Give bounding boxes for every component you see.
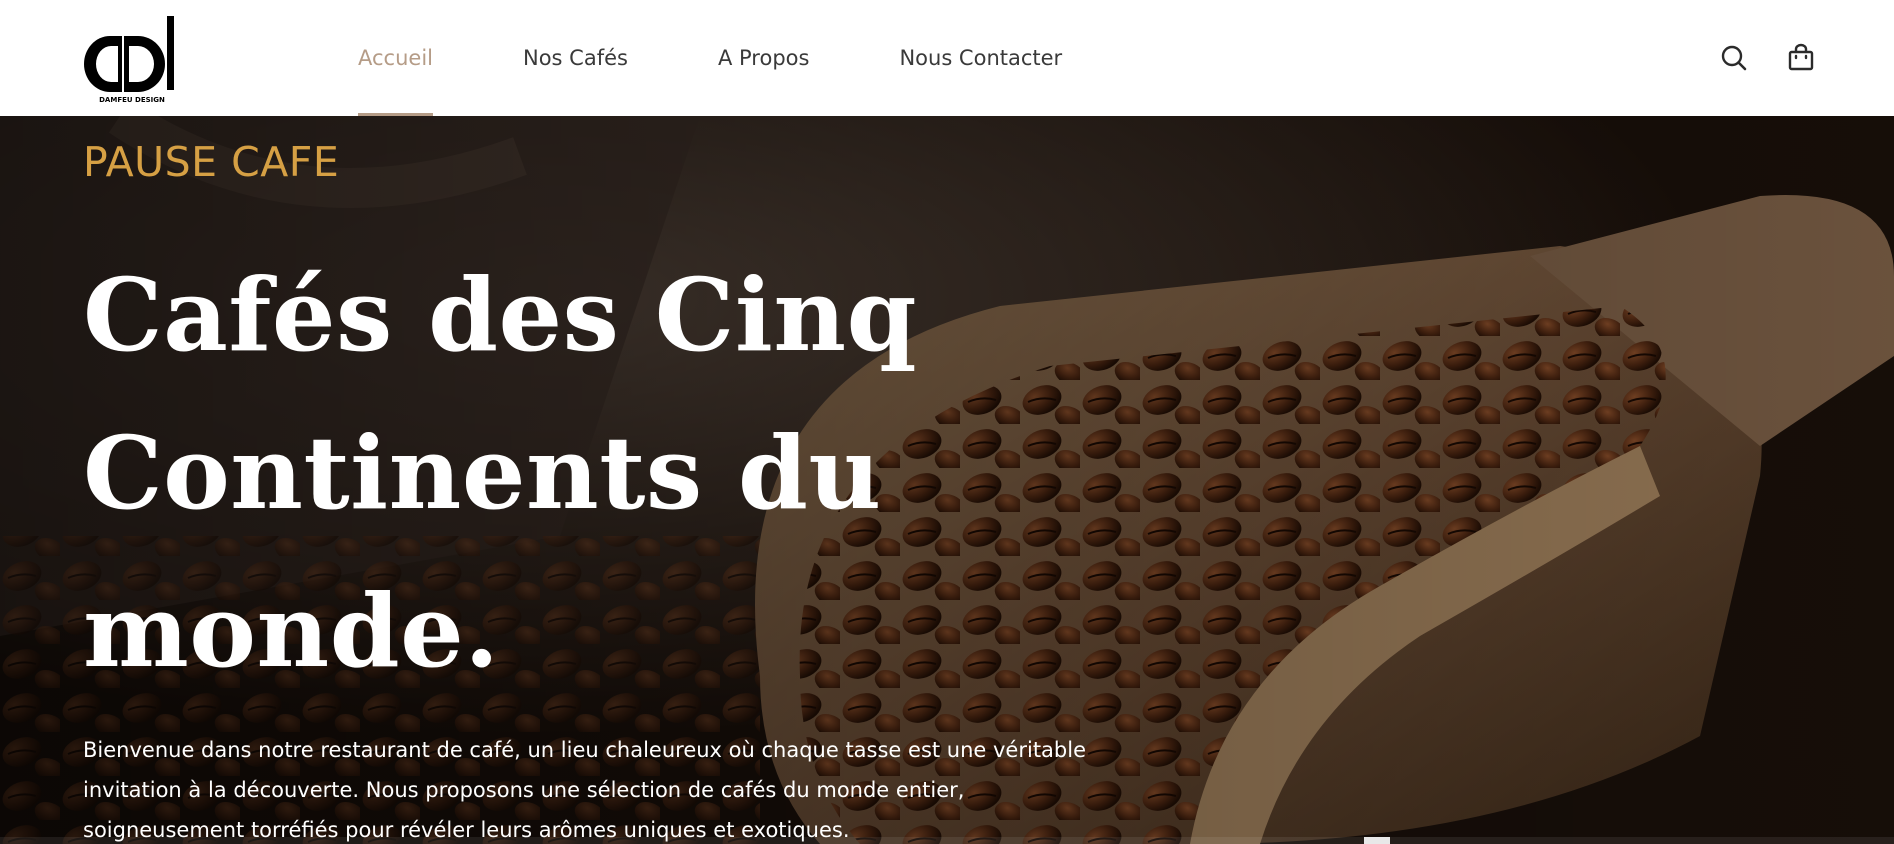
nav-item-nous-contacter[interactable]: Nous Contacter — [899, 0, 1062, 116]
hero-description-line: invitation à la découverte. Nous proposo… — [83, 778, 965, 802]
main-nav: Accueil Nos Cafés A Propos Nous Contacte… — [358, 0, 1152, 116]
hero-title-line: Continents du — [83, 414, 882, 532]
logo-icon: DAMFEU DESIGN — [84, 16, 174, 104]
nav-item-accueil[interactable]: Accueil — [358, 0, 433, 116]
hero-title-line: Cafés des Cinq — [83, 256, 918, 374]
hero-section: PAUSE CAFE Cafés des Cinq Continents du … — [0, 116, 1894, 844]
search-icon — [1721, 45, 1747, 71]
shopping-bag-icon — [1788, 43, 1814, 71]
logo[interactable]: DAMFEU DESIGN — [82, 14, 182, 104]
nav-item-nos-cafes[interactable]: Nos Cafés — [523, 0, 628, 116]
hero-title-line: monde. — [83, 572, 500, 690]
hero-description-line: Bienvenue dans notre restaurant de café,… — [83, 738, 1087, 762]
nav-item-a-propos[interactable]: A Propos — [718, 0, 809, 116]
site-header: DAMFEU DESIGN Accueil Nos Cafés A Propos… — [0, 0, 1894, 116]
search-button[interactable] — [1718, 42, 1750, 74]
horizontal-scrollbar[interactable] — [0, 837, 1894, 844]
hero-title: Cafés des Cinq Continents du monde. — [83, 236, 983, 710]
hero-eyebrow: PAUSE CAFE — [83, 138, 340, 186]
hero-description: Bienvenue dans notre restaurant de café,… — [83, 730, 1103, 844]
logo-text: DAMFEU DESIGN — [99, 96, 165, 104]
scrollbar-thumb[interactable] — [1364, 837, 1390, 844]
cart-button[interactable] — [1785, 42, 1817, 74]
